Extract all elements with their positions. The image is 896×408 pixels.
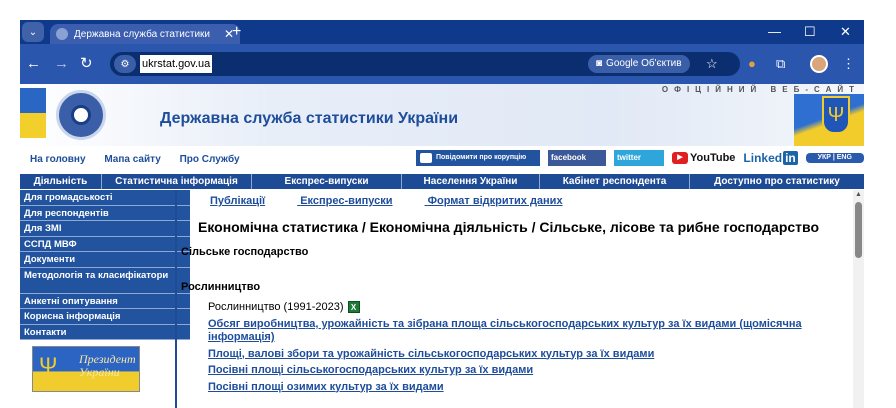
- publication-link[interactable]: Посівні площі озимих культур за їх видам…: [181, 381, 841, 394]
- sidebar-item-respondents[interactable]: Для респондентів: [20, 205, 190, 221]
- link-home[interactable]: На головну: [30, 154, 86, 165]
- sidebar-item-documents[interactable]: Документи: [20, 252, 190, 268]
- back-icon[interactable]: ←: [26, 54, 41, 74]
- reload-icon[interactable]: ↻: [80, 54, 93, 74]
- link-sitemap[interactable]: Мапа сайту: [104, 154, 161, 165]
- publication-link[interactable]: Посівні площі сільськогосподарських куль…: [181, 364, 841, 377]
- partner-links: Повідомити про корупцію facebook twitter…: [416, 150, 864, 166]
- browser-toolbar: ← → ↻ ⚙ ukrstat.gov.ua ◙ Google Об'єктив…: [20, 44, 864, 84]
- nav-accessible-stats[interactable]: Доступно про статистику: [690, 174, 864, 189]
- web-page: ОФІЦІЙНИЙ ВЕБ-САЙТ Державна служба стати…: [20, 84, 864, 408]
- favicon-icon: [56, 28, 68, 40]
- tab-search-icon[interactable]: ⌄: [22, 22, 44, 42]
- publication-link[interactable]: Обсяг виробництва, урожайність та зібран…: [181, 318, 841, 344]
- link-about[interactable]: Про Службу: [180, 154, 240, 165]
- excel-download-icon[interactable]: X: [347, 301, 360, 313]
- language-switch[interactable]: УКР | ENG: [805, 153, 864, 163]
- list-item: Рослинництво (1991-2023) X: [208, 301, 360, 313]
- browser-tab-strip: ⌄ Державна служба статистики ✕ + — ☐ ✕: [20, 20, 864, 44]
- scroll-thumb[interactable]: [855, 202, 862, 258]
- nav-population[interactable]: Населення України: [402, 174, 540, 189]
- facebook-link[interactable]: facebook: [548, 150, 606, 166]
- lens-button[interactable]: ◙ Google Об'єктив: [588, 55, 690, 73]
- sidebar-item-useful-info[interactable]: Корисна інформація: [20, 309, 190, 325]
- plain-item-label: Рослинництво (1991-2023): [208, 301, 344, 313]
- nav-statistical-info[interactable]: Статистична інформація: [102, 174, 252, 189]
- profile-avatar[interactable]: [810, 55, 828, 73]
- sidebar-item-surveys[interactable]: Анкетні опитування: [20, 293, 190, 309]
- official-site-label: ОФІЦІЙНИЙ ВЕБ-САЙТ: [661, 85, 860, 94]
- tab-publications[interactable]: Публікації: [210, 195, 265, 207]
- sidebar-item-public[interactable]: Для громадськості: [20, 190, 190, 206]
- url-text[interactable]: ukrstat.gov.ua: [140, 55, 213, 73]
- lens-icon: ◙: [596, 58, 603, 69]
- bookmark-star-icon[interactable]: ☆: [706, 55, 718, 73]
- publication-link[interactable]: Площі, валові збори та урожайність сільс…: [181, 348, 841, 361]
- twitter-link[interactable]: twitter: [614, 150, 664, 166]
- close-window-icon[interactable]: ✕: [840, 23, 851, 41]
- sidebar-item-sdds[interactable]: ССПД МВФ: [20, 236, 190, 252]
- site-banner: ОФІЦІЙНИЙ ВЕБ-САЙТ Державна служба стати…: [20, 84, 864, 146]
- tab-title: Державна служба статистики: [74, 28, 211, 40]
- extension-icon[interactable]: ●: [748, 56, 756, 72]
- site-info-icon[interactable]: ⚙: [114, 55, 136, 73]
- ukrstat-logo-icon[interactable]: [56, 90, 106, 140]
- sidebar-item-media[interactable]: Для ЗМІ: [20, 221, 190, 237]
- linkedin-label: Linked: [743, 151, 783, 165]
- browser-tab[interactable]: Державна служба статистики ✕: [50, 24, 240, 44]
- youtube-label: YouTube: [690, 152, 736, 164]
- sidebar-item-contacts[interactable]: Контакти: [20, 324, 190, 340]
- nav-activity[interactable]: Діяльність: [20, 174, 102, 189]
- report-corruption-button[interactable]: Повідомити про корупцію: [416, 150, 540, 166]
- linkedin-in-label: in: [783, 151, 798, 165]
- puzzle-icon[interactable]: ⧉: [776, 56, 785, 72]
- sidebar-item-methodology[interactable]: Методологія та класифікатори: [20, 267, 190, 294]
- tab-open-data[interactable]: Формат відкритих даних: [428, 195, 563, 207]
- nav-respondent-cabinet[interactable]: Кабінет респондента: [540, 174, 690, 189]
- coat-of-arms-icon: Ψ: [822, 96, 850, 134]
- tab-express-releases[interactable]: Експрес-випуски: [300, 195, 392, 207]
- site-title: Державна служба статистики України: [160, 110, 459, 127]
- youtube-play-icon: ▶: [672, 152, 688, 164]
- youtube-link[interactable]: ▶ YouTube: [672, 152, 735, 164]
- maximize-icon[interactable]: ☐: [804, 23, 816, 41]
- sidebar: Для громадськості Для респондентів Для З…: [20, 190, 190, 340]
- content-tabs: Публікації Експрес-випуски Формат відкри…: [210, 195, 595, 207]
- subsection-heading: Рослинництво: [181, 281, 261, 293]
- tryzub-icon: Ψ: [39, 353, 58, 378]
- section-heading: Сільське господарство: [181, 246, 309, 258]
- page-scrollbar[interactable]: ▲: [853, 190, 864, 408]
- address-bar[interactable]: ⚙ ukrstat.gov.ua ◙ Google Об'єктив ☆: [110, 52, 740, 76]
- forward-icon[interactable]: →: [54, 54, 69, 74]
- flag-icon: [20, 88, 46, 138]
- menu-icon[interactable]: ⋮: [842, 56, 855, 72]
- page-title: Економічна статистика / Економічна діяль…: [198, 219, 820, 235]
- linkedin-link[interactable]: Linked in: [743, 151, 798, 165]
- president-banner-text: Президент України: [79, 352, 136, 379]
- new-tab-icon[interactable]: +: [232, 22, 241, 42]
- president-banner[interactable]: Ψ Президент України: [32, 346, 140, 392]
- lens-label: Google Об'єктив: [606, 58, 682, 69]
- top-links: На головну Мапа сайту Про Службу: [30, 154, 256, 165]
- publication-links: Обсяг виробництва, урожайність та зібран…: [181, 318, 841, 397]
- nav-express-releases[interactable]: Експрес-випуски: [252, 174, 402, 189]
- main-navigation: Діяльність Статистична інформація Експре…: [20, 174, 864, 189]
- column-divider: [175, 190, 177, 408]
- scroll-up-icon[interactable]: ▲: [853, 190, 864, 200]
- minimize-icon[interactable]: —: [768, 23, 781, 41]
